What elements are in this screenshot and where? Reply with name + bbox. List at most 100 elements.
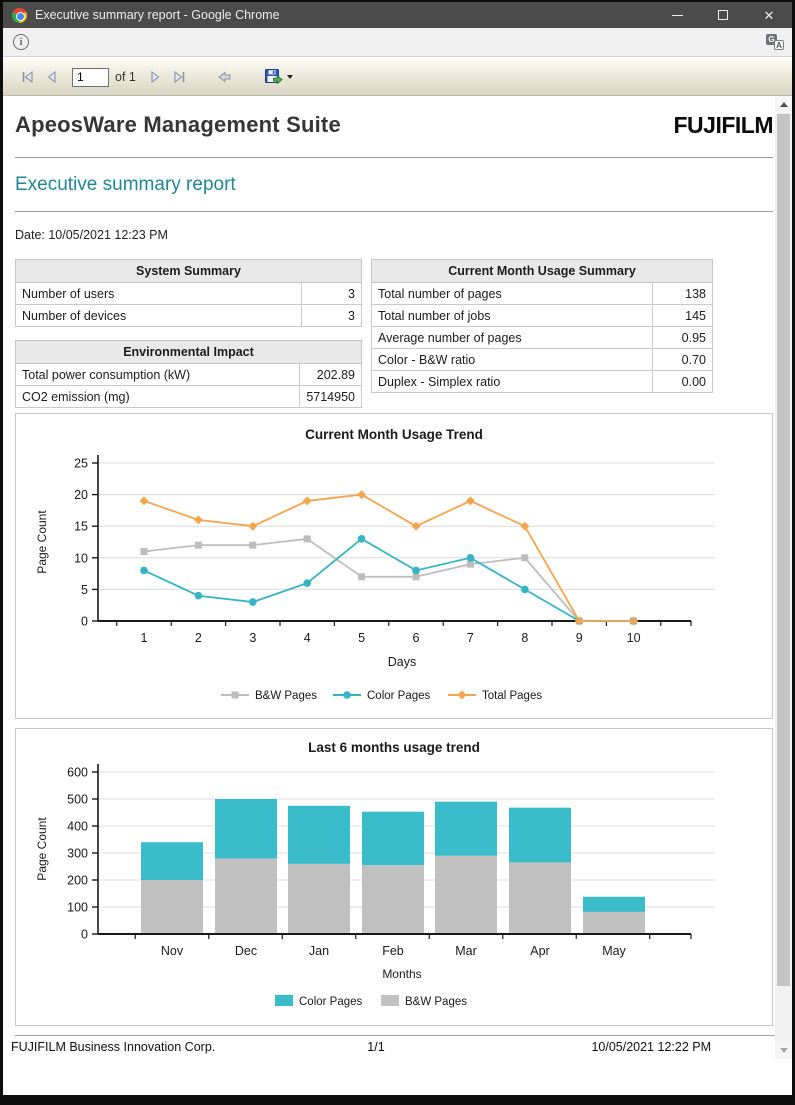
row-label: Duplex - Simplex ratio <box>372 371 653 393</box>
table-row: Total power consumption (kW) 202.89 <box>16 364 362 386</box>
environmental-impact-table: Environmental Impact Total power consump… <box>15 340 362 408</box>
svg-text:Mar: Mar <box>455 944 477 958</box>
title-bar: Executive summary report - Google Chrome… <box>3 2 792 28</box>
row-label: Color - B&W ratio <box>372 349 653 371</box>
close-button[interactable]: ✕ <box>746 2 792 28</box>
table-row: Total number of pages 138 <box>372 283 713 305</box>
fujifilm-logo: FUJIFILM <box>674 112 774 139</box>
svg-text:8: 8 <box>521 631 528 645</box>
svg-text:0: 0 <box>81 928 88 942</box>
svg-text:1: 1 <box>141 631 148 645</box>
maximize-button[interactable] <box>700 2 746 28</box>
svg-text:Jan: Jan <box>309 944 329 958</box>
svg-text:Feb: Feb <box>382 944 404 958</box>
save-export-icon <box>263 68 283 86</box>
row-label: CO2 emission (mg) <box>16 386 300 408</box>
row-label: Average number of pages <box>372 327 653 349</box>
svg-text:600: 600 <box>67 766 88 780</box>
svg-text:Nov: Nov <box>161 944 184 958</box>
row-label: Total number of pages <box>372 283 653 305</box>
footer-timestamp: 10/05/2021 12:22 PM <box>481 1040 711 1054</box>
svg-text:7: 7 <box>467 631 474 645</box>
svg-text:Months: Months <box>382 967 421 981</box>
table-row: CO2 emission (mg) 5714950 <box>16 386 362 408</box>
scrollbar-thumb[interactable] <box>777 114 790 986</box>
minimize-button[interactable] <box>654 2 700 28</box>
current-month-usage-trend-chart: 051015202512345678910Current Month Usage… <box>16 414 772 713</box>
last-page-icon <box>171 69 187 85</box>
export-dropdown-caret-icon <box>287 75 293 79</box>
divider <box>15 1035 777 1036</box>
svg-text:Total Pages: Total Pages <box>482 690 542 702</box>
last-6-months-usage-trend-panel: 0100200300400500600NovDecJanFebMarAprMay… <box>15 728 773 1026</box>
table-row: Color - B&W ratio 0.70 <box>372 349 713 371</box>
row-value: 0.00 <box>653 371 713 393</box>
page-info-icon[interactable]: i <box>13 34 29 50</box>
svg-text:200: 200 <box>67 874 88 888</box>
svg-text:10: 10 <box>627 631 641 645</box>
svg-text:2: 2 <box>195 631 202 645</box>
svg-text:May: May <box>602 944 626 958</box>
report-content: ApeosWare Management Suite FUJIFILM Exec… <box>3 96 786 1054</box>
svg-text:Page Count: Page Count <box>35 817 49 881</box>
svg-text:400: 400 <box>67 820 88 834</box>
vertical-scrollbar[interactable] <box>775 96 792 1059</box>
app-title: ApeosWare Management Suite <box>15 112 341 138</box>
scroll-up-icon <box>780 102 788 107</box>
svg-text:5: 5 <box>81 583 88 597</box>
current-month-usage-table: Current Month Usage Summary Total number… <box>371 259 713 393</box>
row-value: 3 <box>302 283 362 305</box>
report-date: Date: 10/05/2021 12:23 PM <box>15 228 786 242</box>
row-value: 0.70 <box>653 349 713 371</box>
report-header: ApeosWare Management Suite FUJIFILM <box>15 112 773 139</box>
translate-icon[interactable]: G A <box>766 34 784 50</box>
row-label: Total number of jobs <box>372 305 653 327</box>
browser-window-frame: Executive summary report - Google Chrome… <box>0 0 795 1105</box>
row-value: 138 <box>653 283 713 305</box>
first-page-button[interactable] <box>16 65 40 89</box>
svg-text:B&W Pages: B&W Pages <box>405 996 467 1008</box>
svg-text:3: 3 <box>249 631 256 645</box>
window-title: Executive summary report - Google Chrome <box>35 8 654 22</box>
page-count-label: of 1 <box>115 70 136 84</box>
previous-page-icon <box>44 69 60 85</box>
export-button[interactable] <box>263 68 293 86</box>
scrollbar-up-button[interactable] <box>775 96 792 113</box>
current-month-usage-trend-panel: 051015202512345678910Current Month Usage… <box>15 413 773 719</box>
scroll-down-icon <box>780 1048 788 1053</box>
svg-text:5: 5 <box>358 631 365 645</box>
table-row: Number of devices 3 <box>16 305 362 327</box>
previous-page-button[interactable] <box>40 65 64 89</box>
svg-text:Last 6 months usage trend: Last 6 months usage trend <box>308 740 480 755</box>
svg-text:100: 100 <box>67 901 88 915</box>
info-bar: i G A <box>3 28 792 57</box>
browser-window: Executive summary report - Google Chrome… <box>3 2 792 1095</box>
scrollbar-down-button[interactable] <box>775 1042 792 1059</box>
svg-text:0: 0 <box>81 615 88 629</box>
report-toolbar: of 1 <box>3 57 792 96</box>
row-value: 0.95 <box>653 327 713 349</box>
row-label: Number of users <box>16 283 302 305</box>
system-summary-table: System Summary Number of users 3 Number … <box>15 259 362 327</box>
summary-tables: System Summary Number of users 3 Number … <box>15 259 786 408</box>
row-value: 5714950 <box>300 386 362 408</box>
table-row: Duplex - Simplex ratio 0.00 <box>372 371 713 393</box>
next-page-icon <box>147 69 163 85</box>
svg-text:9: 9 <box>576 631 583 645</box>
report-footer: FUJIFILM Business Innovation Corp. 1/1 1… <box>11 1040 711 1054</box>
close-icon: ✕ <box>764 9 775 22</box>
svg-text:Dec: Dec <box>235 944 257 958</box>
svg-text:Color Pages: Color Pages <box>367 690 431 702</box>
report-title: Executive summary report <box>15 174 786 196</box>
back-to-parent-button[interactable] <box>213 65 237 89</box>
svg-text:Days: Days <box>388 655 416 669</box>
translate-icon-front: A <box>774 40 784 50</box>
svg-text:6: 6 <box>413 631 420 645</box>
svg-text:300: 300 <box>67 847 88 861</box>
next-page-button[interactable] <box>143 65 167 89</box>
svg-text:Page Count: Page Count <box>35 510 49 574</box>
svg-text:25: 25 <box>74 457 88 471</box>
page-number-input[interactable] <box>72 68 109 87</box>
last-page-button[interactable] <box>167 65 191 89</box>
svg-text:4: 4 <box>304 631 311 645</box>
